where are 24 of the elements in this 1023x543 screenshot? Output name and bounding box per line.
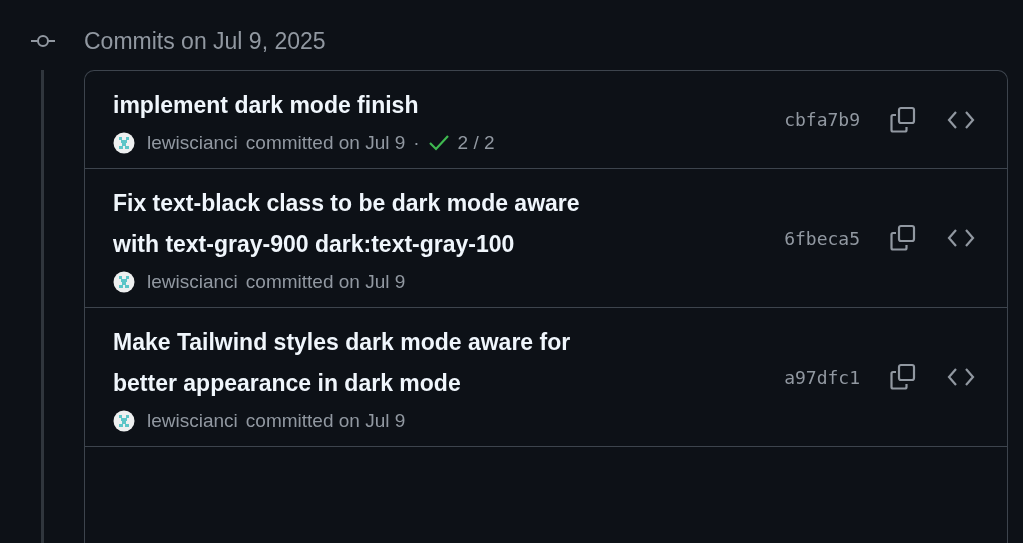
copy-icon (890, 224, 917, 252)
commit-sha-link[interactable]: cbfa7b9 (784, 109, 860, 130)
separator-dot: · (413, 132, 420, 154)
author-link[interactable]: lewiscianci (147, 271, 238, 293)
commit-date: committed on Jul 9 (245, 271, 406, 293)
commit-sha-link[interactable]: a97dfc1 (784, 366, 860, 388)
author-link[interactable]: lewiscianci (147, 132, 238, 154)
commit-date: committed on Jul 9 (245, 410, 406, 432)
copy-icon (890, 363, 917, 391)
commit-title[interactable]: Fix text-black class to be dark mode aware with text-gray-900 dark:text-gray-100 (113, 183, 583, 265)
commit-date: committed on Jul 9 (245, 132, 406, 154)
avatar-icon (113, 410, 135, 432)
commit-title[interactable]: implement dark mode finish (113, 85, 495, 126)
group-title: Commits on Jul 9, 2025 (84, 27, 326, 55)
code-icon (947, 227, 975, 249)
commit-sha-link[interactable]: 6fbeca5 (784, 227, 860, 249)
checks-status[interactable]: 2 / 2 (427, 132, 495, 154)
author-link[interactable]: lewiscianci (147, 410, 238, 432)
commit-title[interactable]: Make Tailwind styles dark mode aware for better appearance in dark mode (113, 322, 583, 404)
code-icon (947, 366, 975, 388)
copy-icon (890, 105, 917, 134)
avatar-icon (113, 271, 135, 293)
commit-icon (30, 32, 56, 50)
avatar-icon (113, 132, 135, 154)
